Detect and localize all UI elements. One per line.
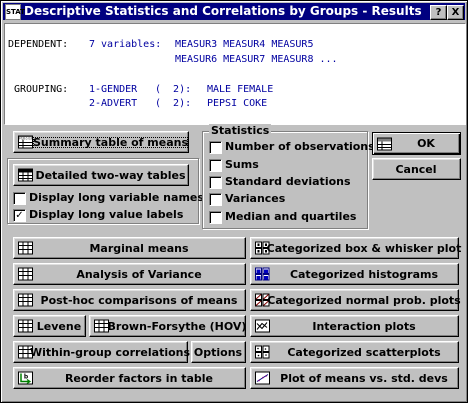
long-value-labels-checkbox[interactable]: ✓ Display long value labels: [13, 208, 193, 223]
stat-observations-box[interactable]: [209, 141, 222, 154]
within-group-correlations-button[interactable]: Within-group correlations: [13, 341, 191, 363]
stat-observations-label: Number of observations: [225, 140, 375, 153]
group2-values: PEPSI COKE: [207, 98, 268, 109]
stat-variances-box[interactable]: [209, 193, 222, 206]
results-info-panel: DEPENDENT: 7 variables: MEASUR3 MEASUR4 …: [4, 23, 466, 125]
cat-scatterplots-button[interactable]: Categorized scatterplots: [250, 341, 459, 363]
summary-table-label: Summary table of means: [30, 134, 191, 151]
options-label: Options: [193, 345, 243, 359]
stat-median-checkbox[interactable]: Median and quartiles: [209, 210, 364, 225]
cat-histograms-label: Categorized histograms: [289, 267, 439, 281]
title-bar[interactable]: STAT Descriptive Statistics and Correlat…: [3, 3, 465, 20]
summary-table-button[interactable]: SUMM Summary table of means: [13, 131, 189, 153]
summary-icon: [377, 137, 392, 150]
marginal-means-button[interactable]: Marginal means: [13, 237, 246, 259]
window-title: Descriptive Statistics and Correlations …: [24, 4, 422, 18]
cat-scatterplots-label: Categorized scatterplots: [287, 345, 441, 359]
group2-count: ( 2):: [155, 98, 192, 109]
long-variable-names-checkbox[interactable]: Display long variable names: [13, 191, 204, 206]
options-button[interactable]: Options: [191, 341, 246, 363]
group2-name: 2-ADVERT: [89, 98, 138, 109]
stat-observations-checkbox[interactable]: Number of observations: [209, 140, 375, 155]
stat-median-label: Median and quartiles: [225, 210, 357, 223]
cat-box-whisker-button[interactable]: Categorized box & whisker plot: [250, 237, 462, 259]
results-window: STAT Descriptive Statistics and Correlat…: [0, 0, 468, 403]
grouping-label: GROUPING:: [14, 84, 69, 95]
within-group-correlations-label: Within-group correlations: [29, 345, 191, 359]
reorder-factors-label: Reorder factors in table: [64, 371, 214, 385]
means-vs-sd-button[interactable]: Plot of means vs. std. devs: [250, 367, 459, 389]
long-value-labels-label: Display long value labels: [29, 208, 184, 221]
interaction-plot-icon: [255, 319, 270, 333]
anova-label: Analysis of Variance: [76, 267, 202, 281]
cancel-label: Cancel: [395, 162, 437, 176]
long-variable-names-label: Display long variable names: [29, 191, 204, 204]
interaction-plots-label: Interaction plots: [312, 319, 416, 333]
dependent-count: 7 variables:: [89, 39, 162, 50]
marginal-means-label: Marginal means: [89, 241, 189, 255]
close-button[interactable]: X: [447, 5, 464, 20]
help-button[interactable]: ?: [430, 5, 447, 20]
ok-label: OK: [417, 137, 435, 150]
dependent-vars-line2: MEASUR6 MEASUR7 MEASUR8 ...: [175, 54, 338, 65]
group1-values: MALE FEMALE: [207, 84, 274, 95]
table-icon: [18, 168, 33, 182]
grid-icon: [18, 293, 33, 307]
cat-box-whisker-label: Categorized box & whisker plot: [266, 241, 462, 255]
group1-name: 1-GENDER: [89, 84, 138, 95]
ok-button[interactable]: OK: [372, 132, 461, 155]
stat-std-dev-label: Standard deviations: [225, 175, 351, 188]
reorder-factors-button[interactable]: b Reorder factors in table: [13, 367, 246, 389]
stat-std-dev-checkbox[interactable]: Standard deviations: [209, 175, 364, 190]
cancel-button[interactable]: Cancel: [372, 158, 461, 180]
dependent-label: DEPENDENT:: [8, 39, 69, 50]
long-variable-names-box[interactable]: [13, 192, 26, 205]
scatterplot-icon: [255, 345, 270, 359]
twoway-tables-label: Detailed two-way tables: [35, 168, 186, 182]
cat-normal-prob-label: Categorized normal prob. plots: [267, 293, 461, 307]
grid-icon: [18, 241, 33, 255]
reorder-icon: b: [18, 371, 33, 385]
app-icon[interactable]: STAT: [5, 4, 25, 20]
posthoc-button[interactable]: Post-hoc comparisons of means: [13, 289, 246, 311]
grid-icon: [18, 267, 33, 281]
histogram-icon: [255, 267, 270, 281]
stat-sums-box[interactable]: [209, 159, 222, 172]
svg-text:b: b: [24, 374, 29, 381]
group1-count: ( 2):: [155, 84, 192, 95]
cat-normal-prob-button[interactable]: Categorized normal prob. plots: [250, 289, 461, 311]
long-value-labels-box[interactable]: ✓: [13, 209, 26, 222]
stat-variances-label: Variances: [225, 192, 286, 205]
anova-button[interactable]: Analysis of Variance: [13, 263, 246, 285]
levene-button[interactable]: Levene: [13, 315, 86, 337]
stat-sums-checkbox[interactable]: Sums: [209, 158, 364, 173]
stat-variances-checkbox[interactable]: Variances: [209, 192, 364, 207]
twoway-tables-button[interactable]: Detailed two-way tables: [13, 164, 189, 186]
stat-median-box[interactable]: [209, 211, 222, 224]
brown-forsythe-label: Brown-Forsythe (HOV): [107, 319, 247, 333]
dependent-vars-line1: MEASUR3 MEASUR4 MEASUR5: [175, 39, 314, 50]
grid-icon: [18, 319, 33, 333]
statistics-title: Statistics: [209, 124, 272, 137]
means-sd-plot-icon: [255, 371, 270, 385]
cat-histograms-button[interactable]: Categorized histograms: [250, 263, 459, 285]
stat-std-dev-box[interactable]: [209, 176, 222, 189]
interaction-plots-button[interactable]: Interaction plots: [250, 315, 459, 337]
stat-sums-label: Sums: [225, 158, 259, 171]
posthoc-label: Post-hoc comparisons of means: [40, 293, 238, 307]
brown-forsythe-button[interactable]: Brown-Forsythe (HOV): [89, 315, 246, 337]
levene-label: Levene: [36, 319, 82, 333]
means-vs-sd-label: Plot of means vs. std. devs: [280, 371, 448, 385]
